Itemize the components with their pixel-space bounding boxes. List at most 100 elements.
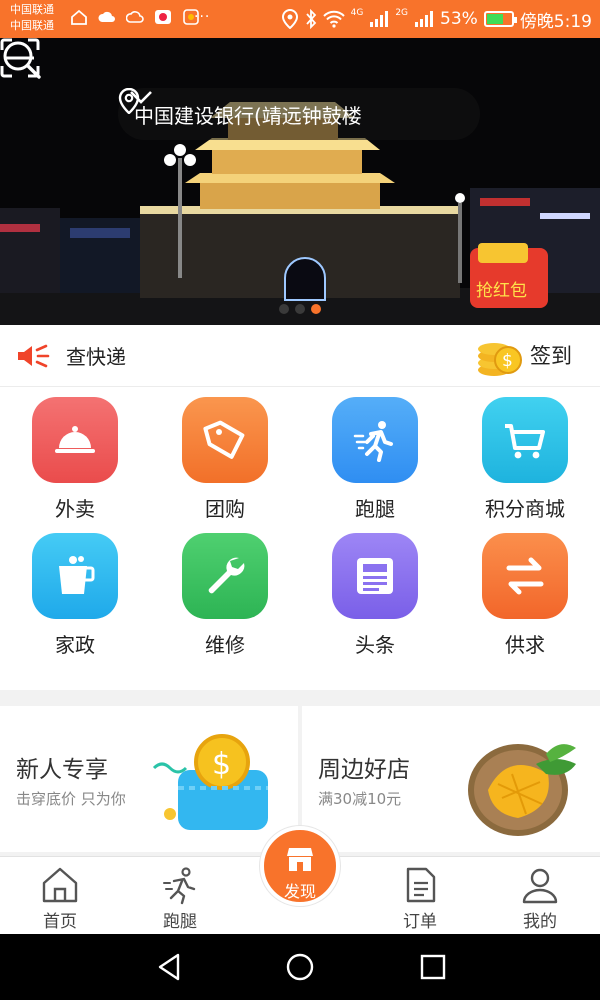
system-navigation-bar: [0, 934, 600, 1000]
clock: 傍晚5:19: [519, 11, 592, 32]
nav-discover-button[interactable]: 发现: [260, 826, 340, 906]
service-groupbuy[interactable]: 团购: [150, 397, 300, 522]
nav-errand-label: 跑腿: [163, 912, 197, 932]
housekeeping-tile: [32, 533, 118, 619]
location-text: 中国建设银行(靖远钟鼓楼: [134, 103, 362, 128]
nav-errand[interactable]: 跑腿: [120, 865, 240, 932]
runner-icon: [163, 867, 196, 905]
document-icon: [406, 867, 436, 903]
headlines-tile: [332, 533, 418, 619]
wifi-icon: [322, 10, 345, 28]
user-icon: [522, 868, 558, 904]
service-supply-demand[interactable]: 供求: [450, 533, 600, 658]
service-label: 团购: [205, 497, 245, 521]
cloud-icon: [98, 11, 115, 22]
supply-demand-tile: [482, 533, 568, 619]
page-dot-active[interactable]: [311, 304, 321, 314]
red-packet-badge[interactable]: 抢红包: [470, 243, 548, 308]
track-express-link[interactable]: 查快递: [66, 341, 126, 370]
errand-tile: [332, 397, 418, 483]
location-status-icon: [281, 9, 298, 29]
nav-orders[interactable]: 订单: [360, 865, 480, 932]
hero-banner[interactable]: 抢红包 中国建设银行(靖远钟鼓楼: [0, 38, 600, 325]
coin-wallet-icon: $: [152, 734, 268, 830]
promo-newcomer[interactable]: 新人专享 击穿底价 只为你 $: [0, 706, 298, 852]
chevron-down-icon: [130, 91, 152, 104]
banner-pagination: [0, 304, 600, 314]
nav-discover-label: 发现: [283, 882, 316, 901]
bluetooth-icon: [305, 9, 316, 29]
store-icon: [287, 848, 313, 871]
speaker-icon: [18, 344, 50, 368]
promo-subtitle: 满30减10元: [318, 790, 402, 808]
app-notification-icon: [155, 10, 171, 24]
promo-title: 新人专享: [16, 757, 108, 783]
takeout-tile: [32, 397, 118, 483]
groupbuy-tile: [182, 397, 268, 483]
promo-subtitle: 击穿底价 只为你: [16, 790, 126, 808]
service-label: 供求: [505, 633, 545, 657]
nav-orders-label: 订单: [403, 912, 437, 932]
notification-icons: [70, 9, 200, 25]
signal-1-icon: [370, 11, 389, 27]
checkin-button[interactable]: $ 签到: [474, 330, 572, 380]
service-label: 外卖: [55, 497, 95, 521]
runner-icon: [353, 421, 393, 462]
nav-mine[interactable]: 我的: [480, 865, 600, 932]
service-housekeeping[interactable]: 家政: [0, 533, 150, 658]
signal-2-icon: [415, 11, 434, 27]
signal-2-type: 2G: [395, 8, 409, 18]
carrier-2: 中国联通: [10, 19, 54, 32]
home-circle-icon[interactable]: [285, 952, 315, 982]
back-icon[interactable]: [154, 952, 184, 982]
service-label: 维修: [205, 633, 245, 657]
mango-icon: [468, 744, 576, 836]
promo-title: 周边好店: [318, 757, 410, 783]
service-headlines[interactable]: 头条: [300, 533, 450, 658]
service-label: 积分商城: [485, 497, 565, 521]
services-grid: 外卖 团购 跑腿 积分商城 家政 维修 头条 供求: [0, 387, 600, 690]
svg-text:$: $: [212, 747, 231, 782]
checkin-label: 签到: [530, 344, 572, 368]
service-points-mall[interactable]: 积分商城: [450, 397, 600, 522]
service-label: 家政: [55, 633, 95, 657]
points-mall-tile: [482, 397, 568, 483]
nav-home-label: 首页: [43, 912, 77, 932]
status-right: 4G 2G 53% 傍晚5:19: [281, 0, 592, 38]
svg-text:$: $: [502, 351, 513, 371]
service-label: 头条: [355, 633, 395, 657]
page-dot[interactable]: [279, 304, 289, 314]
battery-icon: [483, 11, 517, 27]
service-repair[interactable]: 维修: [150, 533, 300, 658]
red-packet-text: 抢红包: [476, 281, 527, 301]
coins-icon: $: [478, 343, 522, 376]
service-takeout[interactable]: 外卖: [0, 397, 150, 522]
search-icon[interactable]: [0, 38, 42, 80]
repair-tile: [182, 533, 268, 619]
cart-icon: [505, 424, 545, 459]
home-notification-icon: [71, 9, 87, 25]
more-notifications: ···: [194, 9, 211, 25]
weather-cloud-icon: [126, 11, 144, 23]
nav-mine-label: 我的: [523, 912, 557, 932]
food-cloche-icon: [55, 426, 95, 453]
location-selector[interactable]: 中国建设银行(靖远钟鼓楼: [118, 88, 480, 140]
news-icon: [357, 558, 393, 594]
carrier-names: 中国联通 中国联通: [10, 2, 54, 34]
wrench-icon: [208, 557, 245, 594]
quick-actions-row: 查快递 $ 签到: [0, 325, 600, 387]
nav-home[interactable]: 首页: [0, 865, 120, 932]
battery-percent: 53%: [440, 9, 478, 29]
recents-icon[interactable]: [418, 952, 448, 982]
home-icon: [42, 867, 78, 903]
carrier-1: 中国联通: [10, 3, 54, 16]
promo-nearby-shops[interactable]: 周边好店 满30减10元: [302, 706, 600, 852]
tag-icon: [203, 420, 245, 459]
status-bar: 中国联通 中国联通 ··· 4G 2G 53% 傍晚5:19: [0, 0, 600, 38]
service-label: 跑腿: [355, 497, 395, 521]
banner-image: 抢红包: [0, 38, 600, 325]
service-errand[interactable]: 跑腿: [300, 397, 450, 522]
exchange-icon: [506, 557, 544, 595]
signal-1-type: 4G: [350, 8, 364, 18]
page-dot[interactable]: [295, 304, 305, 314]
